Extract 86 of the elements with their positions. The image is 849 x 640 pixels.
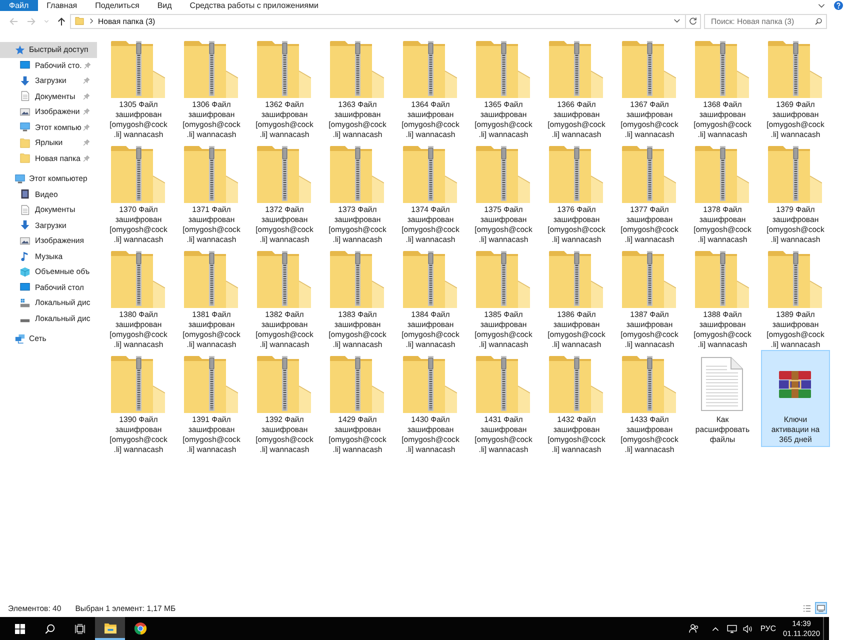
zipped-folder-icon bbox=[403, 250, 458, 308]
taskbar-app-button[interactable] bbox=[95, 617, 125, 640]
folder-icon bbox=[20, 138, 30, 148]
music-note-icon bbox=[20, 251, 30, 262]
task-view-icon bbox=[75, 624, 85, 634]
speaker-icon[interactable] bbox=[743, 624, 754, 632]
browser-icon bbox=[134, 622, 146, 635]
search-icon bbox=[45, 624, 55, 634]
list-icon bbox=[803, 604, 811, 612]
zipped-folder-icon bbox=[476, 40, 530, 98]
picture-icon bbox=[20, 236, 30, 246]
zipped-folder-icon bbox=[184, 146, 238, 202]
book-stack-icon bbox=[779, 370, 812, 398]
star-icon bbox=[15, 44, 25, 55]
computer-icon bbox=[20, 122, 30, 132]
zipped-folder-icon bbox=[622, 356, 676, 412]
zipped-folder-icon bbox=[768, 146, 822, 202]
monitor-icon[interactable] bbox=[727, 624, 738, 632]
ribbon-tab[interactable]: Поделиться bbox=[86, 0, 148, 11]
download-arrow-icon bbox=[20, 76, 30, 86]
document-icon bbox=[20, 204, 30, 215]
picture-icon bbox=[20, 106, 30, 117]
film-icon bbox=[20, 189, 30, 200]
zipped-folder-icon bbox=[257, 356, 312, 412]
zipped-folder-icon bbox=[622, 40, 676, 98]
zipped-folder-icon bbox=[476, 250, 530, 308]
document-icon bbox=[20, 91, 30, 102]
zipped-folder-icon bbox=[695, 250, 750, 308]
window-panes-icon bbox=[15, 624, 25, 634]
tiles-icon bbox=[817, 604, 825, 612]
zipped-folder-icon bbox=[768, 40, 822, 98]
monitor-icon bbox=[20, 282, 30, 292]
zipped-folder-icon bbox=[695, 146, 750, 202]
zipped-folder-icon bbox=[403, 356, 458, 412]
folder-icon bbox=[20, 153, 30, 164]
zipped-folder-icon bbox=[549, 250, 604, 308]
monitor-icon bbox=[20, 60, 30, 70]
search-icon bbox=[815, 18, 822, 24]
zipped-folder-icon bbox=[403, 40, 458, 98]
zipped-folder-icon bbox=[549, 356, 604, 412]
chevron-down-icon[interactable] bbox=[818, 4, 825, 8]
text-document-icon bbox=[701, 357, 744, 411]
zipped-folder-icon bbox=[330, 40, 384, 98]
network-icon bbox=[15, 334, 25, 344]
zipped-folder-icon bbox=[111, 250, 166, 308]
zipped-folder-icon bbox=[111, 356, 166, 412]
zipped-folder-icon bbox=[257, 146, 312, 202]
folder-icon bbox=[104, 623, 116, 634]
help-icon[interactable] bbox=[834, 1, 843, 10]
zipped-folder-icon bbox=[111, 146, 166, 202]
download-arrow-icon bbox=[20, 220, 30, 230]
zipped-folder-icon bbox=[695, 40, 750, 98]
zipped-folder-icon bbox=[184, 40, 238, 98]
computer-icon bbox=[15, 174, 25, 184]
zipped-folder-icon bbox=[330, 250, 384, 308]
cube-icon bbox=[20, 266, 30, 277]
refresh-icon bbox=[689, 17, 697, 25]
zipped-folder-icon bbox=[622, 146, 676, 202]
zipped-folder-icon bbox=[476, 356, 530, 412]
right-arrow-icon bbox=[26, 16, 36, 26]
chevron-right-icon bbox=[90, 18, 93, 24]
zipped-folder-icon bbox=[549, 40, 604, 98]
zipped-folder-icon bbox=[330, 146, 384, 202]
zipped-folder-icon bbox=[330, 356, 384, 412]
zipped-folder-icon bbox=[184, 250, 238, 308]
ribbon-tab[interactable]: Главная bbox=[38, 0, 86, 11]
zipped-folder-icon bbox=[622, 250, 676, 308]
zipped-folder-icon bbox=[184, 356, 238, 412]
zipped-folder-icon bbox=[257, 40, 312, 98]
zipped-folder-icon bbox=[257, 250, 312, 308]
folder-icon bbox=[75, 17, 84, 25]
ribbon-tab[interactable]: Вид bbox=[148, 0, 181, 11]
people-icon[interactable] bbox=[689, 624, 700, 633]
left-arrow-icon bbox=[8, 16, 18, 26]
zipped-folder-icon bbox=[549, 146, 604, 202]
refresh-button[interactable] bbox=[686, 14, 701, 28]
chevron-up-icon[interactable] bbox=[712, 626, 720, 630]
zipped-folder-icon bbox=[768, 250, 822, 308]
caret-down-icon[interactable] bbox=[674, 19, 680, 23]
zipped-folder-icon bbox=[403, 146, 458, 202]
zipped-folder-icon bbox=[111, 40, 166, 98]
ribbon-tab[interactable]: Средства работы с приложениями bbox=[180, 0, 328, 11]
up-arrow-icon bbox=[56, 16, 66, 26]
zipped-folder-icon bbox=[476, 146, 530, 202]
drive-icon bbox=[20, 298, 30, 308]
large-icons-view-button[interactable] bbox=[815, 602, 827, 614]
